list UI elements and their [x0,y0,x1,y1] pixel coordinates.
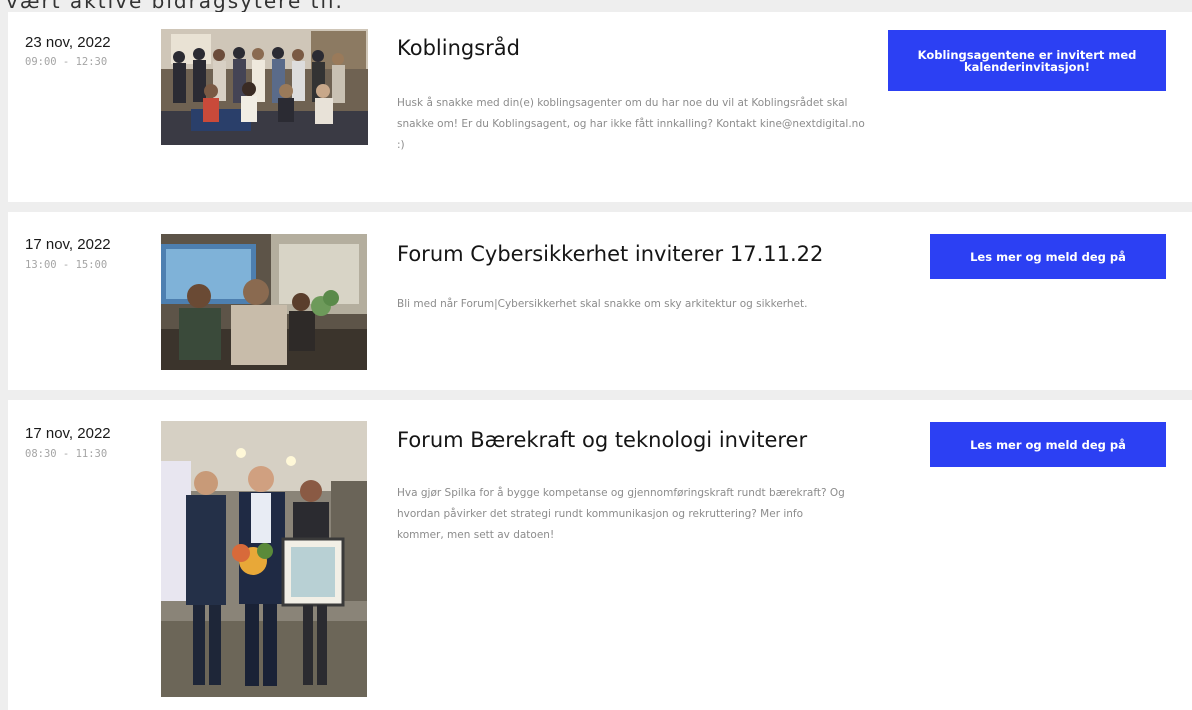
event-card: 23 nov, 2022 09:00 - 12:30 Koblingsråd H… [8,12,1192,202]
event-title[interactable]: Koblingsråd [397,36,520,60]
event-date: 23 nov, 2022 [25,34,111,51]
event-time: 09:00 - 12:30 [25,56,108,68]
event-date: 17 nov, 2022 [25,236,111,253]
event-title[interactable]: Forum Cybersikkerhet inviterer 17.11.22 [397,242,823,266]
event-time: 13:00 - 15:00 [25,259,108,271]
event-photo-award[interactable] [161,421,367,697]
calendar-invite-button[interactable]: Koblingsagentene er invitert med kalende… [888,30,1166,91]
event-photo-meeting[interactable] [161,234,367,370]
read-more-signup-button[interactable]: Les mer og meld deg på [930,422,1166,467]
read-more-signup-button[interactable]: Les mer og meld deg på [930,234,1166,279]
event-description: Bli med når Forum|Cybersikkerhet skal sn… [397,298,808,310]
event-card: 17 nov, 2022 08:30 - 11:30 Forum Bærekra… [8,400,1192,710]
event-time: 08:30 - 11:30 [25,448,108,460]
event-description: Hva gjør Spilka for å bygge kompetanse o… [397,487,845,541]
event-title[interactable]: Forum Bærekraft og teknologi inviterer [397,428,807,452]
event-date: 17 nov, 2022 [25,425,111,442]
event-card: 17 nov, 2022 13:00 - 15:00 Forum Cybersi… [8,212,1192,390]
event-photo-group[interactable] [161,29,368,145]
event-description: Husk å snakke med din(e) koblingsagenter… [397,97,865,151]
